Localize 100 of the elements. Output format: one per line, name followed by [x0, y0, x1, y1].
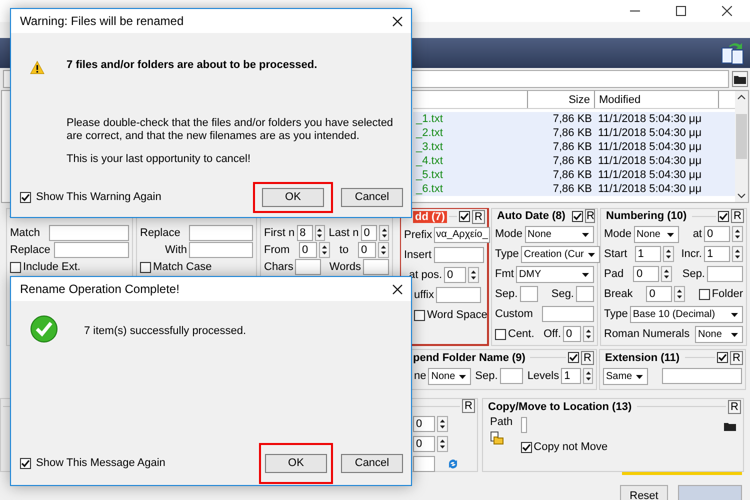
text-field[interactable]	[520, 417, 527, 433]
checkbox[interactable]	[10, 262, 21, 272]
spin-button[interactable]	[662, 246, 674, 262]
checkbox[interactable]	[718, 210, 729, 222]
scroll-down-icon[interactable]	[737, 193, 746, 199]
dropdown[interactable]: Base 10 (Decimal)	[630, 306, 743, 322]
column-header[interactable]: Size	[528, 91, 595, 108]
spin-button[interactable]	[314, 225, 325, 241]
text-field[interactable]: 8	[296, 225, 313, 241]
text-field[interactable]	[707, 266, 743, 282]
spin-button[interactable]	[319, 242, 330, 258]
file-row[interactable]: _6.txt 7,86 KB 11/1/2018 5:04:30 μμ	[413, 182, 735, 196]
spin-button[interactable]	[732, 226, 743, 242]
checkbox[interactable]	[572, 210, 584, 222]
spin-button[interactable]	[732, 246, 743, 262]
text-field[interactable]	[413, 456, 435, 472]
text-field[interactable]	[662, 368, 742, 384]
dropdown[interactable]: None	[695, 326, 743, 342]
panel-r-button[interactable]: R	[581, 350, 594, 364]
checkbox[interactable]	[717, 352, 728, 363]
file-row[interactable]: _1.txt 7,86 KB 11/1/2018 5:04:30 μμ	[413, 112, 735, 126]
dialog-button[interactable]: OK	[265, 454, 327, 472]
file-row[interactable]: _4.txt 7,86 KB 11/1/2018 5:04:30 μμ	[413, 154, 735, 168]
text-field[interactable]: 0	[358, 242, 376, 258]
dropdown[interactable]: DMY	[516, 266, 594, 282]
checkbox[interactable]	[140, 262, 151, 272]
dialog-button[interactable]: Cancel	[341, 454, 403, 472]
spin-button[interactable]	[661, 266, 672, 282]
file-row[interactable]: _5.txt 7,86 KB 11/1/2018 5:04:30 μμ	[413, 168, 735, 182]
scrollbar[interactable]	[735, 91, 748, 202]
scroll-up-icon[interactable]	[737, 94, 746, 100]
text-field[interactable]: 0	[646, 286, 672, 302]
dropdown[interactable]: Same	[603, 368, 648, 384]
panel-r-button[interactable]: R	[728, 400, 741, 414]
maximize-icon[interactable]	[676, 6, 686, 16]
dropdown[interactable]: Creation (Cur	[520, 246, 600, 262]
refresh-icon[interactable]	[447, 457, 459, 471]
text-field[interactable]	[576, 286, 594, 302]
file-row[interactable]: _2.txt 7,86 KB 11/1/2018 5:04:30 μμ	[413, 126, 735, 140]
dropdown[interactable]: None	[524, 226, 594, 242]
close-icon[interactable]	[392, 16, 403, 26]
column-header[interactable]: Modified	[595, 91, 719, 108]
checkbox[interactable]	[20, 458, 31, 468]
text-field[interactable]	[295, 259, 322, 275]
text-field[interactable]	[189, 242, 253, 258]
spin-button[interactable]	[437, 416, 448, 432]
close-icon[interactable]	[392, 284, 403, 294]
text-field[interactable]	[363, 259, 389, 275]
spin-button[interactable]	[379, 225, 389, 241]
text-field[interactable]	[434, 247, 484, 263]
spin-button[interactable]	[674, 286, 686, 302]
text-field[interactable]: 0	[633, 266, 660, 282]
text-field[interactable]: 0	[563, 326, 581, 342]
file-row[interactable]: _3.txt 7,86 KB 11/1/2018 5:04:30 μμ	[413, 140, 735, 154]
spin-button[interactable]	[583, 326, 594, 342]
spin-button[interactable]	[468, 267, 480, 283]
text-field[interactable]	[49, 225, 129, 241]
text-field[interactable]: 1	[561, 368, 582, 384]
text-field[interactable]: 0	[704, 226, 730, 242]
panel-r-button[interactable]: R	[731, 209, 744, 223]
copy-folder-icon[interactable]	[490, 431, 504, 445]
text-field[interactable]: 0	[299, 242, 318, 258]
close-icon[interactable]	[722, 6, 732, 16]
checkbox[interactable]	[414, 310, 425, 320]
text-field[interactable]: 0	[413, 436, 435, 452]
text-field[interactable]	[542, 306, 594, 322]
panel-r-button[interactable]: R	[462, 399, 475, 413]
dropdown[interactable]: None	[428, 368, 472, 384]
browse-button[interactable]	[732, 71, 748, 87]
reset-all-button[interactable]: Reset	[620, 485, 668, 500]
dialog-message: Please double-check that the files and/or folders you have selected are correct, and that the new filenames are as you intended.	[66, 117, 394, 143]
checkbox[interactable]	[495, 328, 506, 340]
text-field[interactable]: 1	[634, 246, 661, 262]
dialog-button[interactable]: Cancel	[341, 188, 403, 206]
folder-icon[interactable]	[724, 421, 736, 431]
text-field[interactable]	[520, 286, 538, 302]
checkbox[interactable]	[20, 192, 31, 202]
checkbox[interactable]	[698, 288, 710, 300]
text-field[interactable]	[436, 287, 481, 303]
text-field[interactable]: 0	[413, 416, 435, 432]
text-field[interactable]: 0	[360, 225, 378, 241]
checkbox-label: Show This Warning Again	[36, 191, 162, 203]
spin-button[interactable]	[583, 368, 593, 384]
text-field[interactable]	[500, 368, 524, 384]
panel-r-button[interactable]: R	[585, 209, 596, 223]
checkbox[interactable]	[459, 211, 470, 222]
panel-r-button[interactable]: R	[472, 210, 485, 224]
spin-button[interactable]	[378, 242, 389, 258]
checkbox[interactable]	[568, 352, 579, 363]
text-field[interactable]	[54, 242, 129, 258]
spin-button[interactable]	[437, 436, 448, 452]
text-field[interactable]: να_Αρχείο_	[434, 227, 490, 243]
text-field[interactable]	[189, 225, 253, 241]
dropdown[interactable]: None	[634, 226, 679, 242]
text-field[interactable]: 0	[444, 267, 466, 283]
field-label: Roman Numerals	[604, 328, 690, 340]
text-field[interactable]: 1	[704, 246, 730, 262]
checkbox[interactable]	[520, 442, 532, 452]
panel-r-button[interactable]: R	[730, 350, 743, 364]
dialog-button[interactable]: OK	[262, 188, 324, 206]
